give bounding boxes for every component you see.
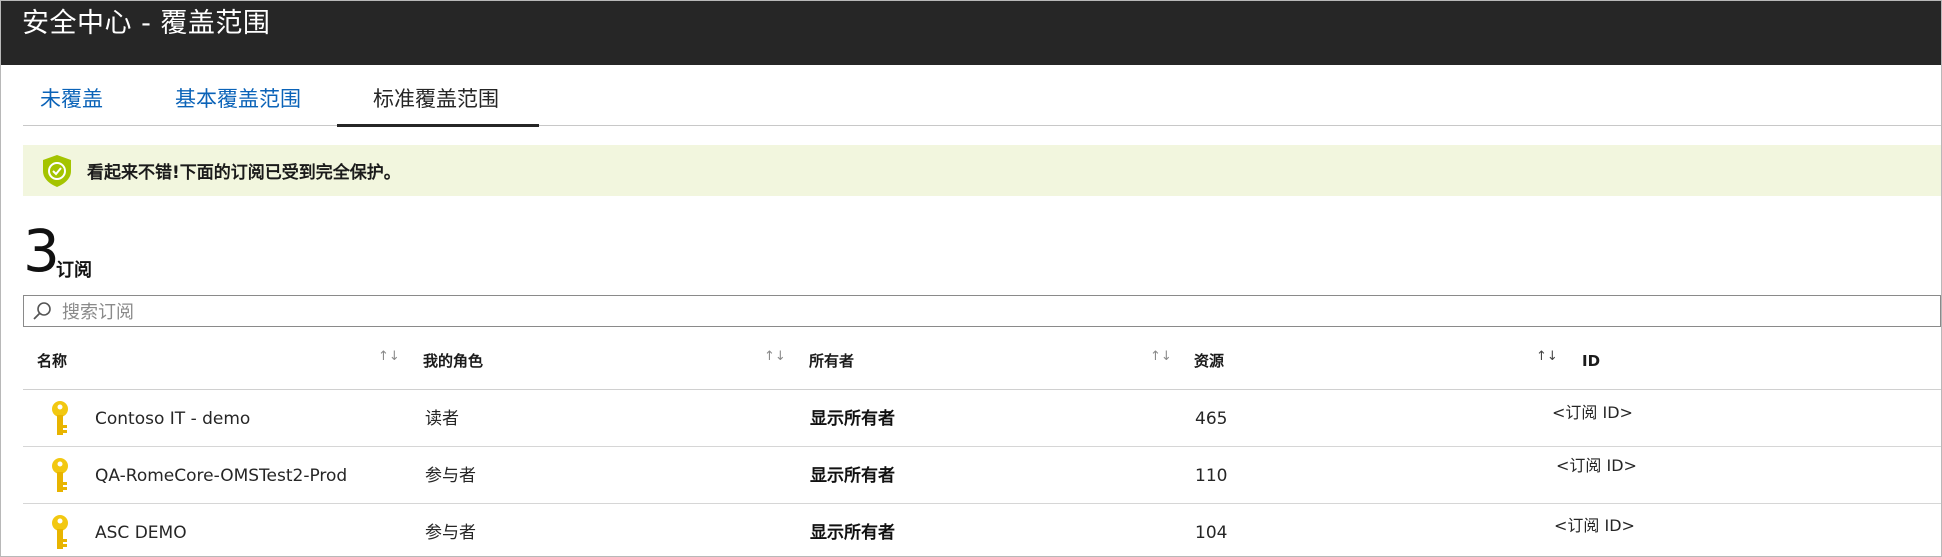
- table-header: 名称 ↑↓ 我的角色 ↑↓ 所有者 ↑↓ 资源 ↑↓ ID: [23, 341, 1941, 390]
- subscription-count: 3: [23, 217, 60, 285]
- subscription-id: <订阅 ID>: [1552, 403, 1633, 422]
- selected-tab-indicator: [337, 124, 539, 127]
- role-cell: 参与者: [425, 523, 476, 543]
- page-title: 安全中心 - 覆盖范围: [22, 8, 271, 39]
- column-header-role[interactable]: 我的角色: [423, 351, 483, 371]
- table-row[interactable]: ASC DEMO 参与者 显示所有者 104 <订阅 ID>: [23, 504, 1941, 556]
- column-header-name[interactable]: 名称: [37, 351, 67, 371]
- sort-icon[interactable]: ↑↓: [1536, 349, 1558, 364]
- shield-check-icon: [43, 155, 71, 187]
- search-input[interactable]: [60, 298, 1924, 326]
- status-banner: 看起来不错!下面的订阅已受到完全保护。: [23, 145, 1941, 196]
- sort-icon[interactable]: ↑↓: [1150, 349, 1172, 364]
- column-header-owner[interactable]: 所有者: [809, 351, 854, 371]
- role-cell: 读者: [425, 409, 459, 429]
- search-icon: [33, 302, 51, 320]
- sort-icon[interactable]: ↑↓: [764, 349, 786, 364]
- resources-count: 465: [1195, 409, 1228, 429]
- subscription-count-label: 订阅: [56, 260, 92, 281]
- subscription-id: <订阅 ID>: [1556, 456, 1637, 475]
- table-row[interactable]: Contoso IT - demo 读者 显示所有者 465 <订阅 ID>: [23, 390, 1941, 447]
- title-bar: 安全中心 - 覆盖范围: [1, 1, 1941, 65]
- show-owner-link[interactable]: 显示所有者: [810, 465, 895, 487]
- resources-count: 110: [1195, 466, 1228, 486]
- resources-count: 104: [1195, 523, 1228, 543]
- key-icon: [52, 515, 68, 549]
- column-header-id[interactable]: ID: [1582, 351, 1600, 371]
- subscription-id: <订阅 ID>: [1554, 516, 1635, 535]
- show-owner-link[interactable]: 显示所有者: [810, 522, 895, 544]
- banner-message: 看起来不错!下面的订阅已受到完全保护。: [87, 163, 401, 183]
- tab-standard-coverage[interactable]: 标准覆盖范围: [373, 85, 499, 113]
- show-owner-link[interactable]: 显示所有者: [810, 408, 895, 430]
- subscription-name[interactable]: Contoso IT - demo: [95, 408, 250, 430]
- sort-icon[interactable]: ↑↓: [378, 349, 400, 364]
- subscription-name[interactable]: QA-RomeCore-OMSTest2-Prod: [95, 465, 347, 487]
- window: 安全中心 - 覆盖范围 未覆盖 基本覆盖范围 标准覆盖范围 看起来不错!下面的订…: [0, 0, 1942, 557]
- search-box[interactable]: [23, 295, 1941, 327]
- key-icon: [52, 401, 68, 435]
- role-cell: 参与者: [425, 466, 476, 486]
- key-icon: [52, 458, 68, 492]
- tab-bar: 未覆盖 基本覆盖范围 标准覆盖范围: [23, 65, 1941, 127]
- column-header-resources[interactable]: 资源: [1194, 351, 1224, 371]
- table-row[interactable]: QA-RomeCore-OMSTest2-Prod 参与者 显示所有者 110 …: [23, 447, 1941, 504]
- tab-basic-coverage[interactable]: 基本覆盖范围: [175, 85, 301, 113]
- subscription-name[interactable]: ASC DEMO: [95, 522, 187, 544]
- tab-uncovered[interactable]: 未覆盖: [40, 85, 103, 113]
